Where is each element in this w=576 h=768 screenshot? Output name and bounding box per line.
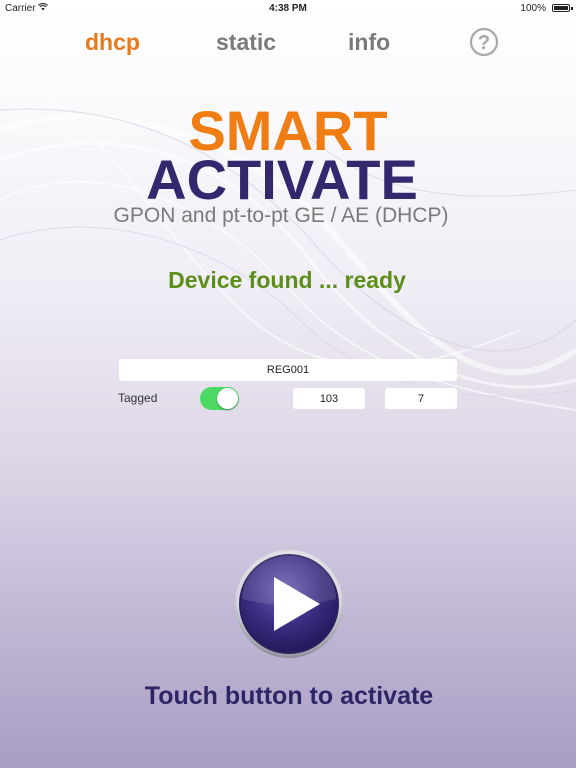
brand-title-activate: ACTIVATE	[146, 148, 418, 211]
device-status-message: Device found ... ready	[168, 267, 406, 293]
help-circle-icon[interactable]: ?	[469, 27, 499, 57]
registration-id-input[interactable]	[119, 359, 457, 381]
status-time: 4:38 PM	[269, 3, 307, 14]
battery-percent: 100%	[520, 3, 546, 14]
status-bar: Carrier 4:38 PM 100%	[0, 0, 576, 18]
battery-icon	[552, 4, 570, 12]
tab-info[interactable]: info	[348, 29, 390, 56]
priority-input[interactable]	[385, 388, 457, 409]
tagged-toggle[interactable]	[200, 387, 239, 410]
activate-prompt: Touch button to activate	[144, 682, 434, 710]
help-glyph: ?	[478, 32, 490, 54]
toggle-knob	[217, 388, 238, 409]
battery-tip	[571, 7, 573, 10]
brand-subtitle: GPON and pt-to-pt GE / AE (DHCP)	[113, 204, 449, 227]
tab-dhcp[interactable]: dhcp	[85, 29, 140, 56]
play-icon[interactable]	[234, 549, 344, 659]
tab-static[interactable]: static	[216, 29, 276, 56]
vlan-id-input[interactable]	[293, 388, 365, 409]
tagged-label: Tagged	[118, 391, 158, 405]
